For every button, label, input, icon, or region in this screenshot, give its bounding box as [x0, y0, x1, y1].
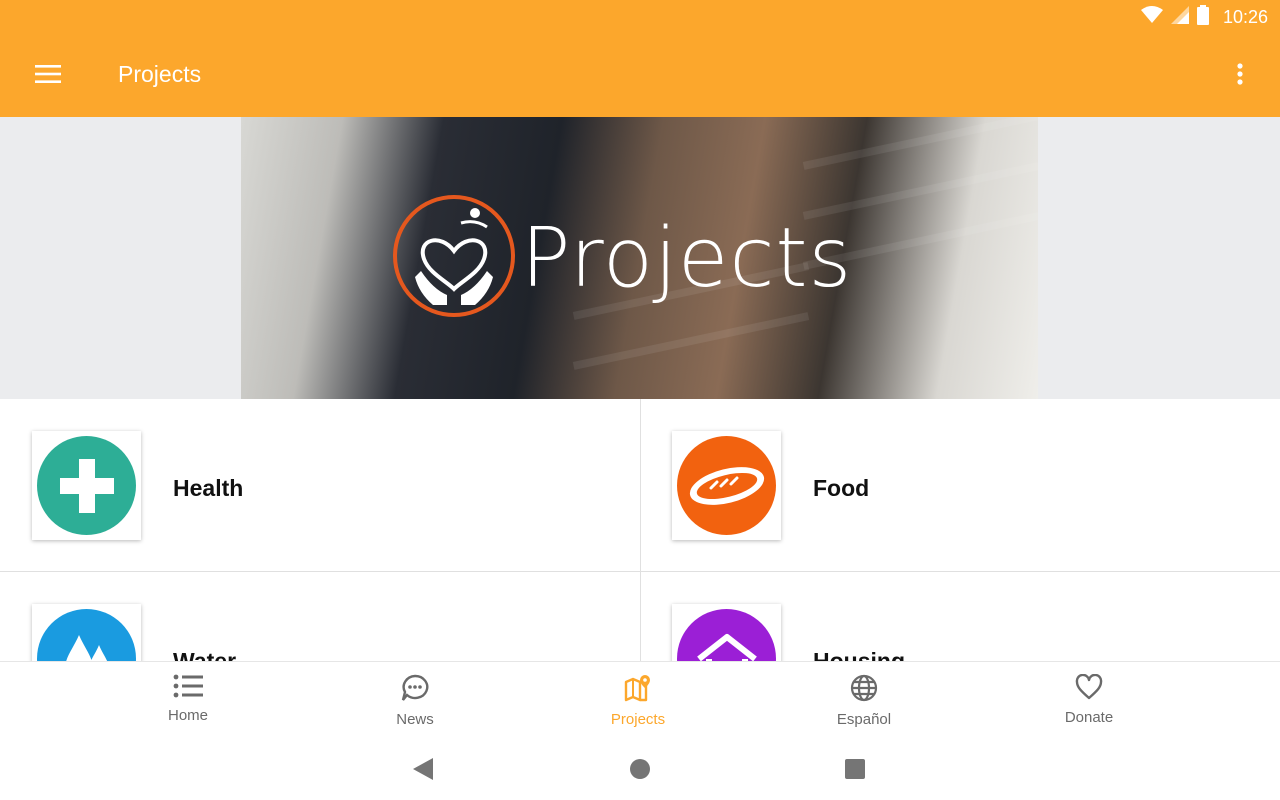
globe-icon — [850, 674, 878, 707]
overflow-menu-button[interactable] — [1220, 56, 1260, 96]
grid-divider — [0, 571, 1280, 572]
nav-item-espanol[interactable]: Español — [804, 662, 924, 737]
chat-bubble-icon — [401, 674, 429, 707]
project-label: Health — [173, 475, 244, 501]
project-tile-food[interactable]: Food — [640, 399, 1280, 572]
nav-label: Home — [167, 707, 208, 724]
banner-title: Projects — [521, 210, 853, 306]
nav-item-donate[interactable]: Donate — [1029, 662, 1149, 737]
recents-square-icon — [845, 758, 865, 784]
nav-item-projects[interactable]: Projects — [578, 662, 698, 737]
map-pin-icon — [624, 674, 652, 707]
banner-area: Projects — [0, 117, 1280, 399]
more-vert-icon — [1237, 62, 1243, 90]
menu-button[interactable] — [28, 56, 68, 96]
bread-icon — [677, 436, 776, 535]
clock: 10:26 — [1222, 6, 1268, 27]
home-button[interactable] — [625, 756, 655, 786]
nav-label: Donate — [1064, 709, 1114, 726]
project-thumbnail — [32, 604, 141, 661]
water-drops-icon — [37, 609, 136, 661]
heart-icon — [1075, 673, 1103, 705]
signal-icon — [1170, 5, 1189, 29]
wifi-icon — [1140, 5, 1163, 29]
banner-logo-group: Projects — [391, 193, 852, 324]
recents-button[interactable] — [840, 756, 870, 786]
bottom-navigation: Home News Projects Español Donate — [0, 661, 1280, 736]
projects-banner: Projects — [241, 117, 1038, 399]
app-bar: Projects — [0, 34, 1280, 117]
project-tile-health[interactable]: Health — [0, 399, 640, 572]
nav-label: News — [396, 711, 434, 728]
project-thumbnail — [32, 431, 141, 540]
project-tile-water[interactable]: Water — [0, 572, 640, 661]
project-grid: Health Food Water Housing — [0, 399, 1280, 661]
project-label: Housing — [813, 648, 905, 661]
nav-item-home[interactable]: Home — [128, 662, 248, 737]
project-tile-housing[interactable]: Housing — [640, 572, 1280, 661]
hamburger-menu-icon — [35, 64, 61, 88]
nav-label: Projects — [610, 711, 666, 728]
list-icon — [173, 674, 203, 703]
back-button[interactable] — [408, 756, 438, 786]
status-bar: 10:26 — [0, 0, 1280, 34]
project-thumbnail — [672, 604, 781, 661]
house-icon — [677, 609, 776, 661]
nav-label: Español — [836, 711, 892, 728]
page-title: Projects — [118, 61, 202, 87]
grid-divider — [640, 399, 641, 661]
project-label: Water — [173, 648, 237, 661]
project-label: Food — [813, 475, 870, 501]
battery-icon — [1196, 4, 1209, 30]
project-thumbnail — [672, 431, 781, 540]
system-navigation-bar — [0, 736, 1280, 800]
back-triangle-icon — [413, 757, 433, 785]
home-circle-icon — [630, 758, 650, 784]
medical-cross-icon — [37, 436, 136, 535]
heart-hands-logo-icon — [391, 193, 517, 324]
nav-item-news[interactable]: News — [355, 662, 475, 737]
